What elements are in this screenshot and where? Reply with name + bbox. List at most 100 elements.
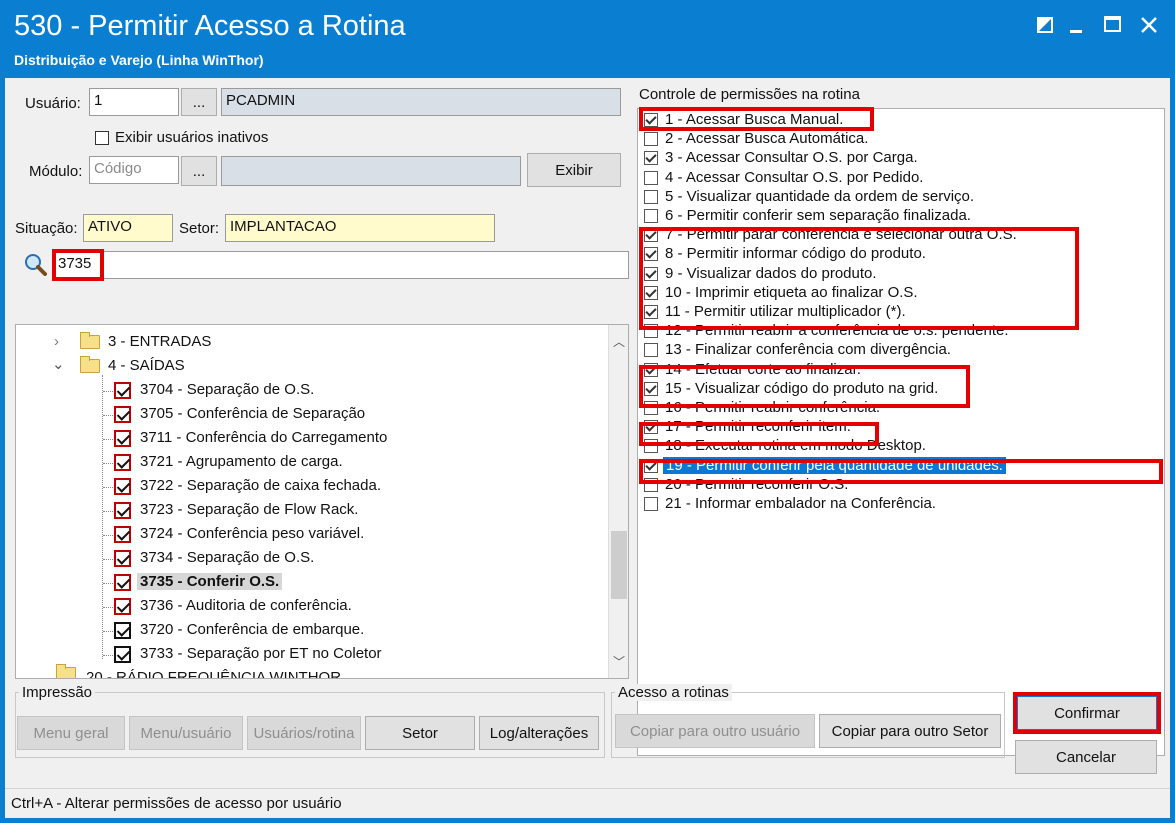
- tree-item-checkbox[interactable]: [114, 526, 131, 543]
- permission-item[interactable]: 18 - Executar rotina em modo Desktop.: [638, 437, 1158, 456]
- show-button[interactable]: Exibir: [527, 153, 621, 187]
- permission-item[interactable]: 10 - Imprimir etiqueta ao finalizar O.S.: [638, 284, 1158, 303]
- permission-item[interactable]: 16 - Permitir reabrir conferência.: [638, 399, 1158, 418]
- permission-checkbox[interactable]: [644, 305, 658, 319]
- permission-item[interactable]: 15 - Visualizar código do produto na gri…: [638, 380, 1158, 399]
- tree-scrollbar[interactable]: ︿ ﹀: [608, 325, 628, 678]
- permission-checkbox[interactable]: [644, 381, 658, 396]
- copy-to-user-button[interactable]: Copiar para outro usuário: [615, 714, 815, 748]
- tree-item-checkbox[interactable]: [114, 430, 131, 447]
- user-name-field: PCADMIN: [221, 88, 621, 116]
- tree-item[interactable]: 3724 - Conferência peso variável.: [16, 523, 596, 547]
- menu-geral-button[interactable]: Menu geral: [17, 716, 125, 750]
- tree-item-checkbox[interactable]: [114, 622, 131, 639]
- permission-item[interactable]: 1 - Acessar Busca Manual.: [638, 111, 1158, 130]
- tree-item-label: 3734 - Separação de O.S.: [140, 549, 315, 566]
- permission-checkbox[interactable]: [644, 420, 658, 435]
- close-icon[interactable]: [1134, 10, 1164, 40]
- maximize-icon[interactable]: [1098, 10, 1128, 40]
- scroll-down-icon[interactable]: ﹀: [613, 653, 625, 670]
- permission-checkbox[interactable]: [644, 439, 658, 454]
- inactive-users-checkbox[interactable]: [95, 131, 109, 145]
- permission-item[interactable]: 17 - Permitir reconferir item.: [638, 418, 1158, 437]
- permission-checkbox[interactable]: [644, 458, 658, 473]
- permission-checkbox[interactable]: [644, 497, 658, 511]
- scroll-thumb[interactable]: [611, 531, 627, 599]
- tree-folder-entradas[interactable]: › 3 - ENTRADAS: [16, 331, 596, 355]
- permission-item[interactable]: 3 - Acessar Consultar O.S. por Carga.: [638, 149, 1158, 168]
- chevron-right-icon[interactable]: ›: [54, 333, 59, 350]
- window-subtitle: Distribuição e Varejo (Linha WinThor): [14, 52, 264, 68]
- permission-checkbox[interactable]: [644, 170, 658, 185]
- log-alteracoes-button[interactable]: Log/alterações: [479, 716, 599, 750]
- tree-item-checkbox[interactable]: [114, 454, 131, 471]
- permission-item[interactable]: 4 - Acessar Consultar O.S. por Pedido.: [638, 169, 1158, 188]
- tree-item[interactable]: 3723 - Separação de Flow Rack.: [16, 499, 596, 523]
- minimize-icon[interactable]: [1062, 10, 1092, 40]
- tree-folder-saidas[interactable]: ⌄ 4 - SAÍDAS: [16, 355, 596, 379]
- permission-item[interactable]: 2 - Acessar Busca Automática.: [638, 130, 1158, 149]
- permission-checkbox[interactable]: [644, 113, 658, 127]
- usuarios-rotina-button[interactable]: Usuários/rotina: [247, 716, 361, 750]
- permission-checkbox[interactable]: [644, 151, 658, 166]
- tree-item-checkbox[interactable]: [114, 646, 131, 663]
- copy-to-sector-button[interactable]: Copiar para outro Setor: [819, 714, 1001, 748]
- tree-item[interactable]: 3721 - Agrupamento de carga.: [16, 451, 596, 475]
- tree-item-checkbox[interactable]: [114, 382, 131, 399]
- chevron-down-icon[interactable]: ⌄: [52, 355, 65, 373]
- scroll-up-icon[interactable]: ︿: [613, 333, 625, 350]
- cancel-button[interactable]: Cancelar: [1015, 740, 1157, 774]
- permission-checkbox[interactable]: [644, 477, 658, 492]
- permission-item[interactable]: 20 - Permitir reconferir O.S.: [638, 476, 1158, 495]
- search-input[interactable]: 3735: [53, 251, 629, 279]
- tree-item-checkbox[interactable]: [114, 406, 131, 423]
- permission-checkbox[interactable]: [644, 132, 658, 147]
- module-browse-button[interactable]: ...: [181, 156, 217, 186]
- user-code-input[interactable]: 1: [89, 88, 179, 116]
- permission-checkbox[interactable]: [644, 228, 658, 243]
- permission-checkbox[interactable]: [644, 209, 658, 223]
- permission-checkbox[interactable]: [644, 343, 658, 358]
- permission-item[interactable]: 11 - Permitir utilizar multiplicador (*)…: [638, 303, 1158, 322]
- tree-item[interactable]: 3722 - Separação de caixa fechada.: [16, 475, 596, 499]
- permission-checkbox[interactable]: [644, 247, 658, 262]
- tree-item[interactable]: 3734 - Separação de O.S.: [16, 547, 596, 571]
- permission-checkbox[interactable]: [644, 189, 658, 204]
- setor-label: Setor:: [179, 220, 220, 237]
- menu-usuario-button[interactable]: Menu/usuário: [129, 716, 243, 750]
- permission-item[interactable]: 13 - Finalizar conferência com divergênc…: [638, 341, 1158, 360]
- permission-checkbox[interactable]: [644, 266, 658, 281]
- permission-item[interactable]: 9 - Visualizar dados do produto.: [638, 265, 1158, 284]
- tree-item-checkbox[interactable]: [114, 574, 131, 591]
- permission-checkbox[interactable]: [644, 362, 658, 377]
- tree-item-checkbox[interactable]: [114, 598, 131, 615]
- permission-item[interactable]: 8 - Permitir informar código do produto.: [638, 245, 1158, 264]
- tree-item[interactable]: 3735 - Conferir O.S.: [16, 571, 596, 595]
- permission-item[interactable]: 12 - Permitir reabrir a conferência de o…: [638, 322, 1158, 341]
- permission-item[interactable]: 19 - Permitir conferir pela quantidade d…: [638, 456, 1158, 476]
- permission-checkbox[interactable]: [644, 324, 658, 339]
- permission-item[interactable]: 5 - Visualizar quantidade da ordem de se…: [638, 188, 1158, 207]
- permission-checkbox[interactable]: [644, 401, 658, 415]
- restore-icon[interactable]: [1030, 10, 1060, 40]
- module-code-input[interactable]: Código: [89, 156, 179, 184]
- permission-item[interactable]: 14 - Efetuar corte ao finalizar.: [638, 361, 1158, 380]
- permission-item[interactable]: 21 - Informar embalador na Conferência.: [638, 495, 1158, 514]
- tree-item[interactable]: 3711 - Conferência do Carregamento: [16, 427, 596, 451]
- tree-item-checkbox[interactable]: [114, 502, 131, 519]
- tree-folder-radio[interactable]: 20 - RÁDIO FREQUÊNCIA WINTHOR: [16, 663, 596, 679]
- tree-item[interactable]: 3705 - Conferência de Separação: [16, 403, 596, 427]
- tree-folder-label: 20 - RÁDIO FREQUÊNCIA WINTHOR: [86, 669, 342, 679]
- tree-item[interactable]: 3736 - Auditoria de conferência.: [16, 595, 596, 619]
- permission-item[interactable]: 7 - Permitir parar conferência e selecio…: [638, 226, 1158, 245]
- permission-item[interactable]: 6 - Permitir conferir sem separação fina…: [638, 207, 1158, 226]
- permission-checkbox[interactable]: [644, 285, 658, 300]
- permission-label: 8 - Permitir informar código do produto.: [665, 245, 926, 263]
- tree-item-checkbox[interactable]: [114, 550, 131, 567]
- tree-item-checkbox[interactable]: [114, 478, 131, 495]
- tree-item[interactable]: 3704 - Separação de O.S.: [16, 379, 596, 403]
- setor-button[interactable]: Setor: [365, 716, 475, 750]
- confirm-button[interactable]: Confirmar: [1017, 696, 1157, 730]
- user-browse-button[interactable]: ...: [181, 88, 217, 116]
- tree-item[interactable]: 3720 - Conferência de embarque.: [16, 619, 596, 643]
